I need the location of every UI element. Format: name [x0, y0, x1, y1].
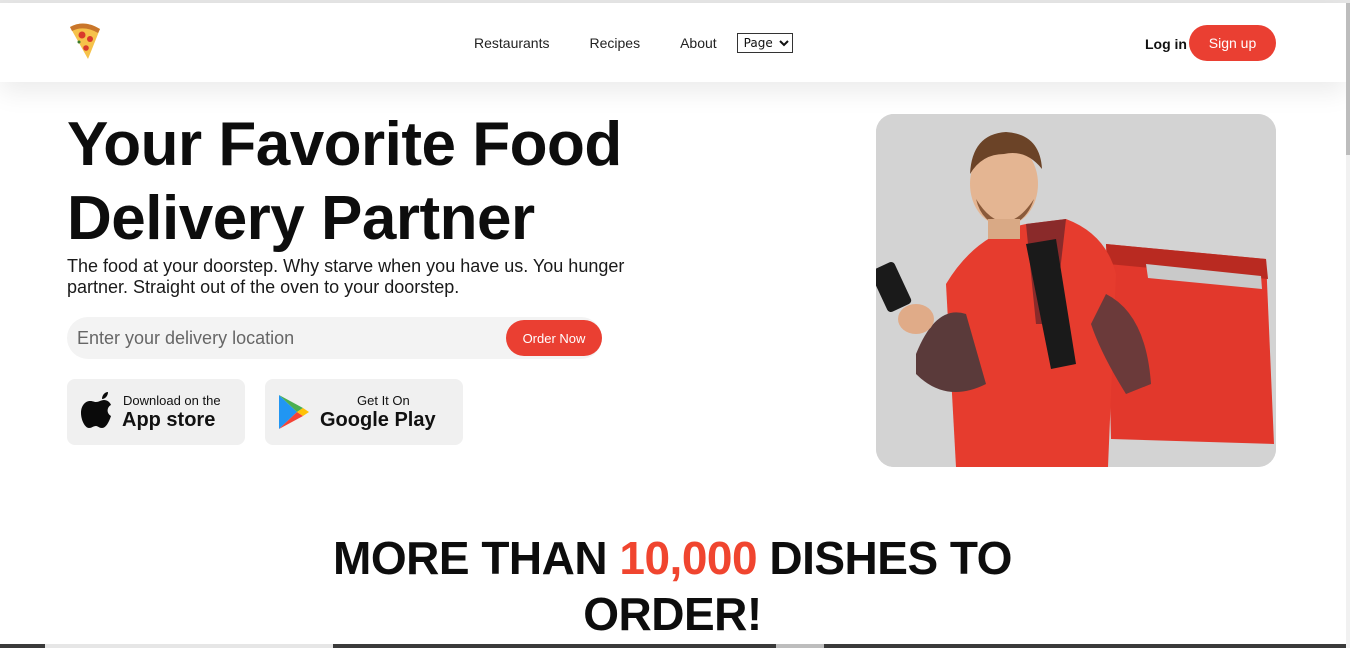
- delivery-search-box: Order Now: [67, 317, 602, 359]
- google-play-label: Google Play: [320, 409, 436, 431]
- headline-before: MORE THAN: [333, 532, 608, 584]
- google-play-button[interactable]: Get It On Google Play: [265, 379, 463, 445]
- dishes-headline: MORE THAN 10,000 DISHES TO ORDER!: [250, 530, 1095, 642]
- taskbar-segment: [776, 644, 824, 648]
- login-link[interactable]: Log in: [1145, 36, 1187, 52]
- app-store-button[interactable]: Download on the App store: [67, 379, 245, 445]
- delivery-man-photo: [876, 114, 1276, 467]
- nav-link-restaurants[interactable]: Restaurants: [474, 35, 549, 51]
- hero-title: Your Favorite Food Delivery Partner: [67, 110, 622, 253]
- nav-link-about[interactable]: About: [680, 35, 717, 51]
- scrollbar-thumb[interactable]: [1346, 3, 1350, 155]
- taskbar-segment: [45, 644, 333, 648]
- app-store-small-text: Download on the: [123, 393, 221, 408]
- pizza-logo-icon[interactable]: [66, 19, 104, 63]
- google-play-icon: [277, 393, 311, 436]
- order-now-button[interactable]: Order Now: [506, 320, 602, 356]
- delivery-location-input[interactable]: [77, 323, 497, 353]
- nav-link-recipes[interactable]: Recipes: [589, 35, 640, 51]
- headline-accent-number: 10,000: [619, 532, 758, 584]
- nav-links: Restaurants Recipes About Page: [474, 33, 793, 53]
- signup-button[interactable]: Sign up: [1189, 25, 1276, 61]
- hero-subtitle: The food at your doorstep. Why starve wh…: [67, 256, 625, 297]
- apple-icon: [79, 391, 113, 436]
- navbar: Restaurants Recipes About Page Log in Si…: [0, 3, 1346, 82]
- app-store-label: App store: [122, 409, 216, 431]
- vertical-scrollbar[interactable]: [1346, 3, 1350, 648]
- google-play-small-text: Get It On: [357, 393, 410, 408]
- page-dropdown[interactable]: Page: [736, 33, 793, 53]
